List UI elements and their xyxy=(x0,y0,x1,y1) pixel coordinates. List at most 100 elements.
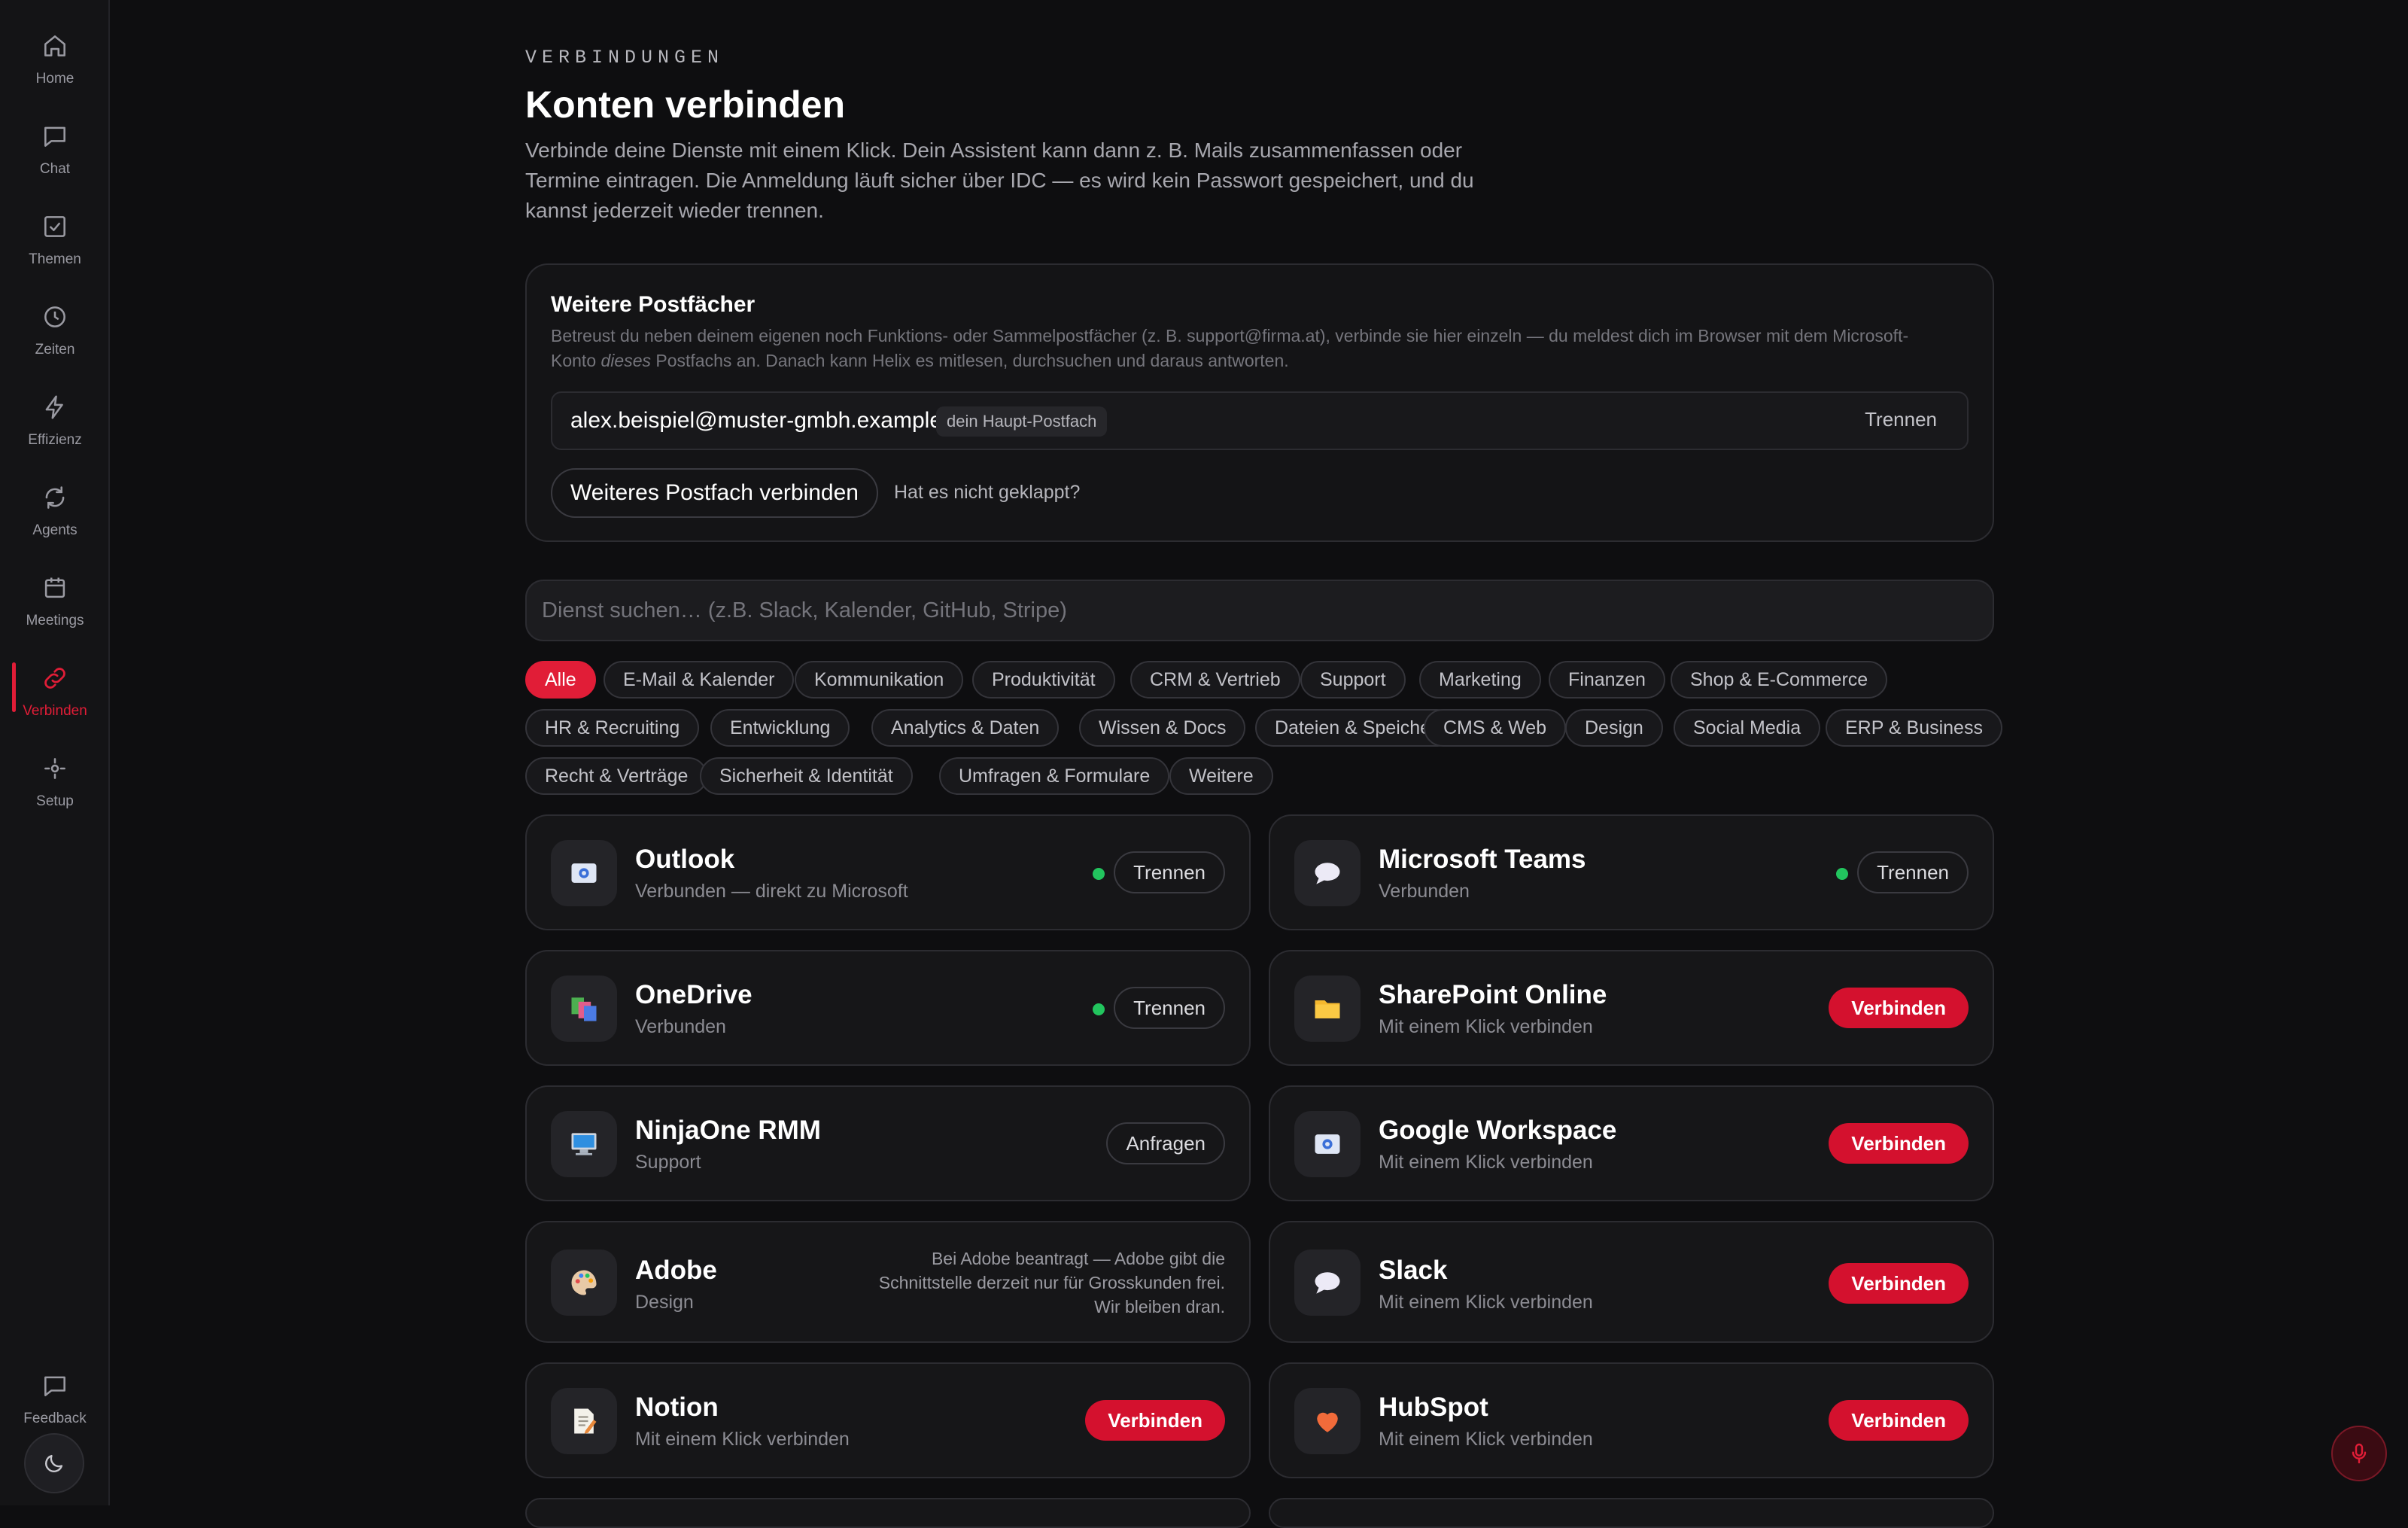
filter-chip[interactable]: Social Media xyxy=(1674,709,1821,747)
page-intro: Verbinde deine Dienste mit einem Klick. … xyxy=(525,138,1474,222)
service-subtitle: Mit einem Klick verbinden xyxy=(1379,1429,1593,1450)
service-name: NinjaOne RMM xyxy=(635,1116,821,1145)
filter-chip[interactable]: Analytics & Daten xyxy=(871,709,1060,747)
link-icon xyxy=(44,668,65,689)
service-name: Adobe xyxy=(635,1256,717,1285)
disconnect-button[interactable]: Trennen xyxy=(1114,987,1225,1029)
service-subtitle: Mit einem Klick verbinden xyxy=(1379,1152,1593,1173)
filter-chip[interactable]: HR & Recruiting xyxy=(525,709,700,747)
service-card xyxy=(1269,1498,1994,1528)
theme-toggle-button[interactable] xyxy=(24,1433,84,1493)
filter-chip[interactable]: Shop & E-Commerce xyxy=(1671,661,1888,699)
section-eyebrow: VERBINDUNGEN xyxy=(525,47,725,68)
filter-chip[interactable]: CRM & Vertrieb xyxy=(1130,661,1300,699)
add-mailbox-button[interactable]: Weiteres Postfach verbinden xyxy=(551,468,878,518)
filter-chip[interactable]: Sicherheit & Identität xyxy=(700,757,913,795)
service-icon xyxy=(1294,1249,1361,1316)
primary-mailbox-badge: dein Haupt-Postfach xyxy=(936,406,1108,437)
connect-button[interactable]: Verbinden xyxy=(1829,1123,1969,1164)
disconnect-button[interactable]: Trennen xyxy=(1857,851,1969,893)
chat-icon xyxy=(44,126,65,147)
service-card-hubspot: HubSpot Mit einem Klick verbinden Verbin… xyxy=(1269,1362,1994,1478)
service-subtitle: Mit einem Klick verbinden xyxy=(635,1429,850,1450)
help-link[interactable]: Hat es nicht geklappt? xyxy=(894,482,1080,504)
voice-input-button[interactable] xyxy=(2331,1426,2387,1481)
service-card-microsoft-teams: Microsoft Teams Verbunden Trennen xyxy=(1269,814,1994,930)
service-card-google-workspace: Google Workspace Mit einem Klick verbind… xyxy=(1269,1085,1994,1201)
primary-mailbox-row: alex.beispiel@muster-gmbh.example dein H… xyxy=(551,391,1969,450)
speech-bubble-icon xyxy=(1315,1272,1340,1294)
filter-chip[interactable]: Produktivität xyxy=(972,661,1115,699)
request-button[interactable]: Anfragen xyxy=(1106,1122,1225,1164)
sidebar-item-label: Zeiten xyxy=(35,342,75,358)
filter-chip[interactable]: Recht & Verträge xyxy=(525,757,708,795)
filter-chip[interactable]: Umfragen & Formulare xyxy=(939,757,1170,795)
filter-chip[interactable]: Finanzen xyxy=(1549,661,1665,699)
connected-status-dot xyxy=(1093,1003,1105,1015)
connect-button[interactable]: Verbinden xyxy=(1829,988,1969,1028)
service-icon xyxy=(551,1249,617,1316)
service-subtitle: Verbunden xyxy=(1379,881,1470,902)
sidebar-item-label: Themen xyxy=(29,251,81,267)
moon-icon xyxy=(45,1454,63,1472)
sidebar-item-effizienz[interactable]: Effizienz xyxy=(0,391,110,467)
refresh-icon xyxy=(45,486,65,509)
sidebar-item-zeiten[interactable]: Zeiten xyxy=(0,301,110,376)
sidebar-item-chat[interactable]: Chat xyxy=(0,120,110,196)
service-search-input[interactable]: Dienst suchen… (z.B. Slack, Kalender, Gi… xyxy=(525,580,1994,641)
sidebar-item-verbinden[interactable]: Verbinden xyxy=(0,662,110,738)
connect-button[interactable]: Verbinden xyxy=(1829,1400,1969,1441)
filter-chip[interactable]: ERP & Business xyxy=(1826,709,2002,747)
connect-button[interactable]: Verbinden xyxy=(1085,1400,1225,1441)
service-subtitle: Verbunden xyxy=(635,1016,726,1037)
service-card-adobe: Adobe Design Bei Adobe beantragt — Adobe… xyxy=(525,1221,1251,1343)
service-card-slack: Slack Mit einem Klick verbinden Verbinde… xyxy=(1269,1221,1994,1343)
filter-chip[interactable]: Support xyxy=(1300,661,1406,699)
filter-chip-alle[interactable]: Alle xyxy=(525,661,596,699)
sidebar-item-label: Effizienz xyxy=(28,432,82,448)
monitor-icon xyxy=(571,1133,597,1155)
filter-chip[interactable]: CMS & Web xyxy=(1424,709,1567,747)
feedback-label: Feedback xyxy=(23,1411,87,1426)
mailbox-email: alex.beispiel@muster-gmbh.example xyxy=(570,408,943,433)
sidebar-item-themen[interactable]: Themen xyxy=(0,211,110,286)
mailboxes-panel: Weitere Postfächer Betreust du neben dei… xyxy=(525,263,1994,542)
filter-chip[interactable]: Design xyxy=(1565,709,1663,747)
sidebar-item-meetings[interactable]: Meetings xyxy=(0,572,110,647)
filter-chip[interactable]: Weitere xyxy=(1169,757,1273,795)
connected-status-dot xyxy=(1836,868,1848,880)
mailboxes-description: Betreust du neben deinem eigenen noch Fu… xyxy=(551,326,1909,370)
service-name: Google Workspace xyxy=(1379,1116,1617,1145)
sidebar-item-agents[interactable]: Agents xyxy=(0,482,110,557)
service-name: Outlook xyxy=(635,845,735,874)
mailbox-disconnect-button[interactable]: Trennen xyxy=(1865,408,1937,431)
connect-button[interactable]: Verbinden xyxy=(1829,1263,1969,1304)
filter-chip[interactable]: E-Mail & Kalender xyxy=(604,661,795,699)
lightning-icon xyxy=(45,395,63,419)
palette-icon xyxy=(571,1270,597,1295)
sidebar-item-label: Agents xyxy=(32,522,78,538)
service-icon xyxy=(1294,840,1361,906)
checkbox-icon xyxy=(44,216,65,237)
service-icon xyxy=(551,976,617,1042)
filter-chip[interactable]: Marketing xyxy=(1419,661,1541,699)
filter-chip[interactable]: Kommunikation xyxy=(795,661,964,699)
sidebar-item-label: Home xyxy=(35,71,74,87)
sidebar-item-label: Chat xyxy=(39,161,71,177)
home-icon xyxy=(44,35,65,56)
disconnect-button[interactable]: Trennen xyxy=(1114,851,1225,893)
sidebar-item-home[interactable]: Home xyxy=(0,30,110,105)
filter-chip[interactable]: Entwicklung xyxy=(710,709,850,747)
filter-chip[interactable]: Wissen & Docs xyxy=(1079,709,1246,747)
heart-icon xyxy=(1317,1412,1338,1432)
service-icon xyxy=(1294,976,1361,1042)
service-card-onedrive: OneDrive Verbunden Trennen xyxy=(525,950,1251,1066)
files-icon xyxy=(571,997,597,1021)
service-name: Microsoft Teams xyxy=(1379,845,1586,874)
service-card xyxy=(525,1498,1251,1528)
pending-note: Bei Adobe beantragt — Adobe gibt die Sch… xyxy=(878,1249,1225,1316)
mailboxes-title: Weitere Postfächer xyxy=(551,292,756,317)
sidebar-item-setup[interactable]: Setup xyxy=(0,753,110,828)
service-name: HubSpot xyxy=(1379,1393,1488,1422)
sidebar-item-label: Setup xyxy=(36,793,74,809)
